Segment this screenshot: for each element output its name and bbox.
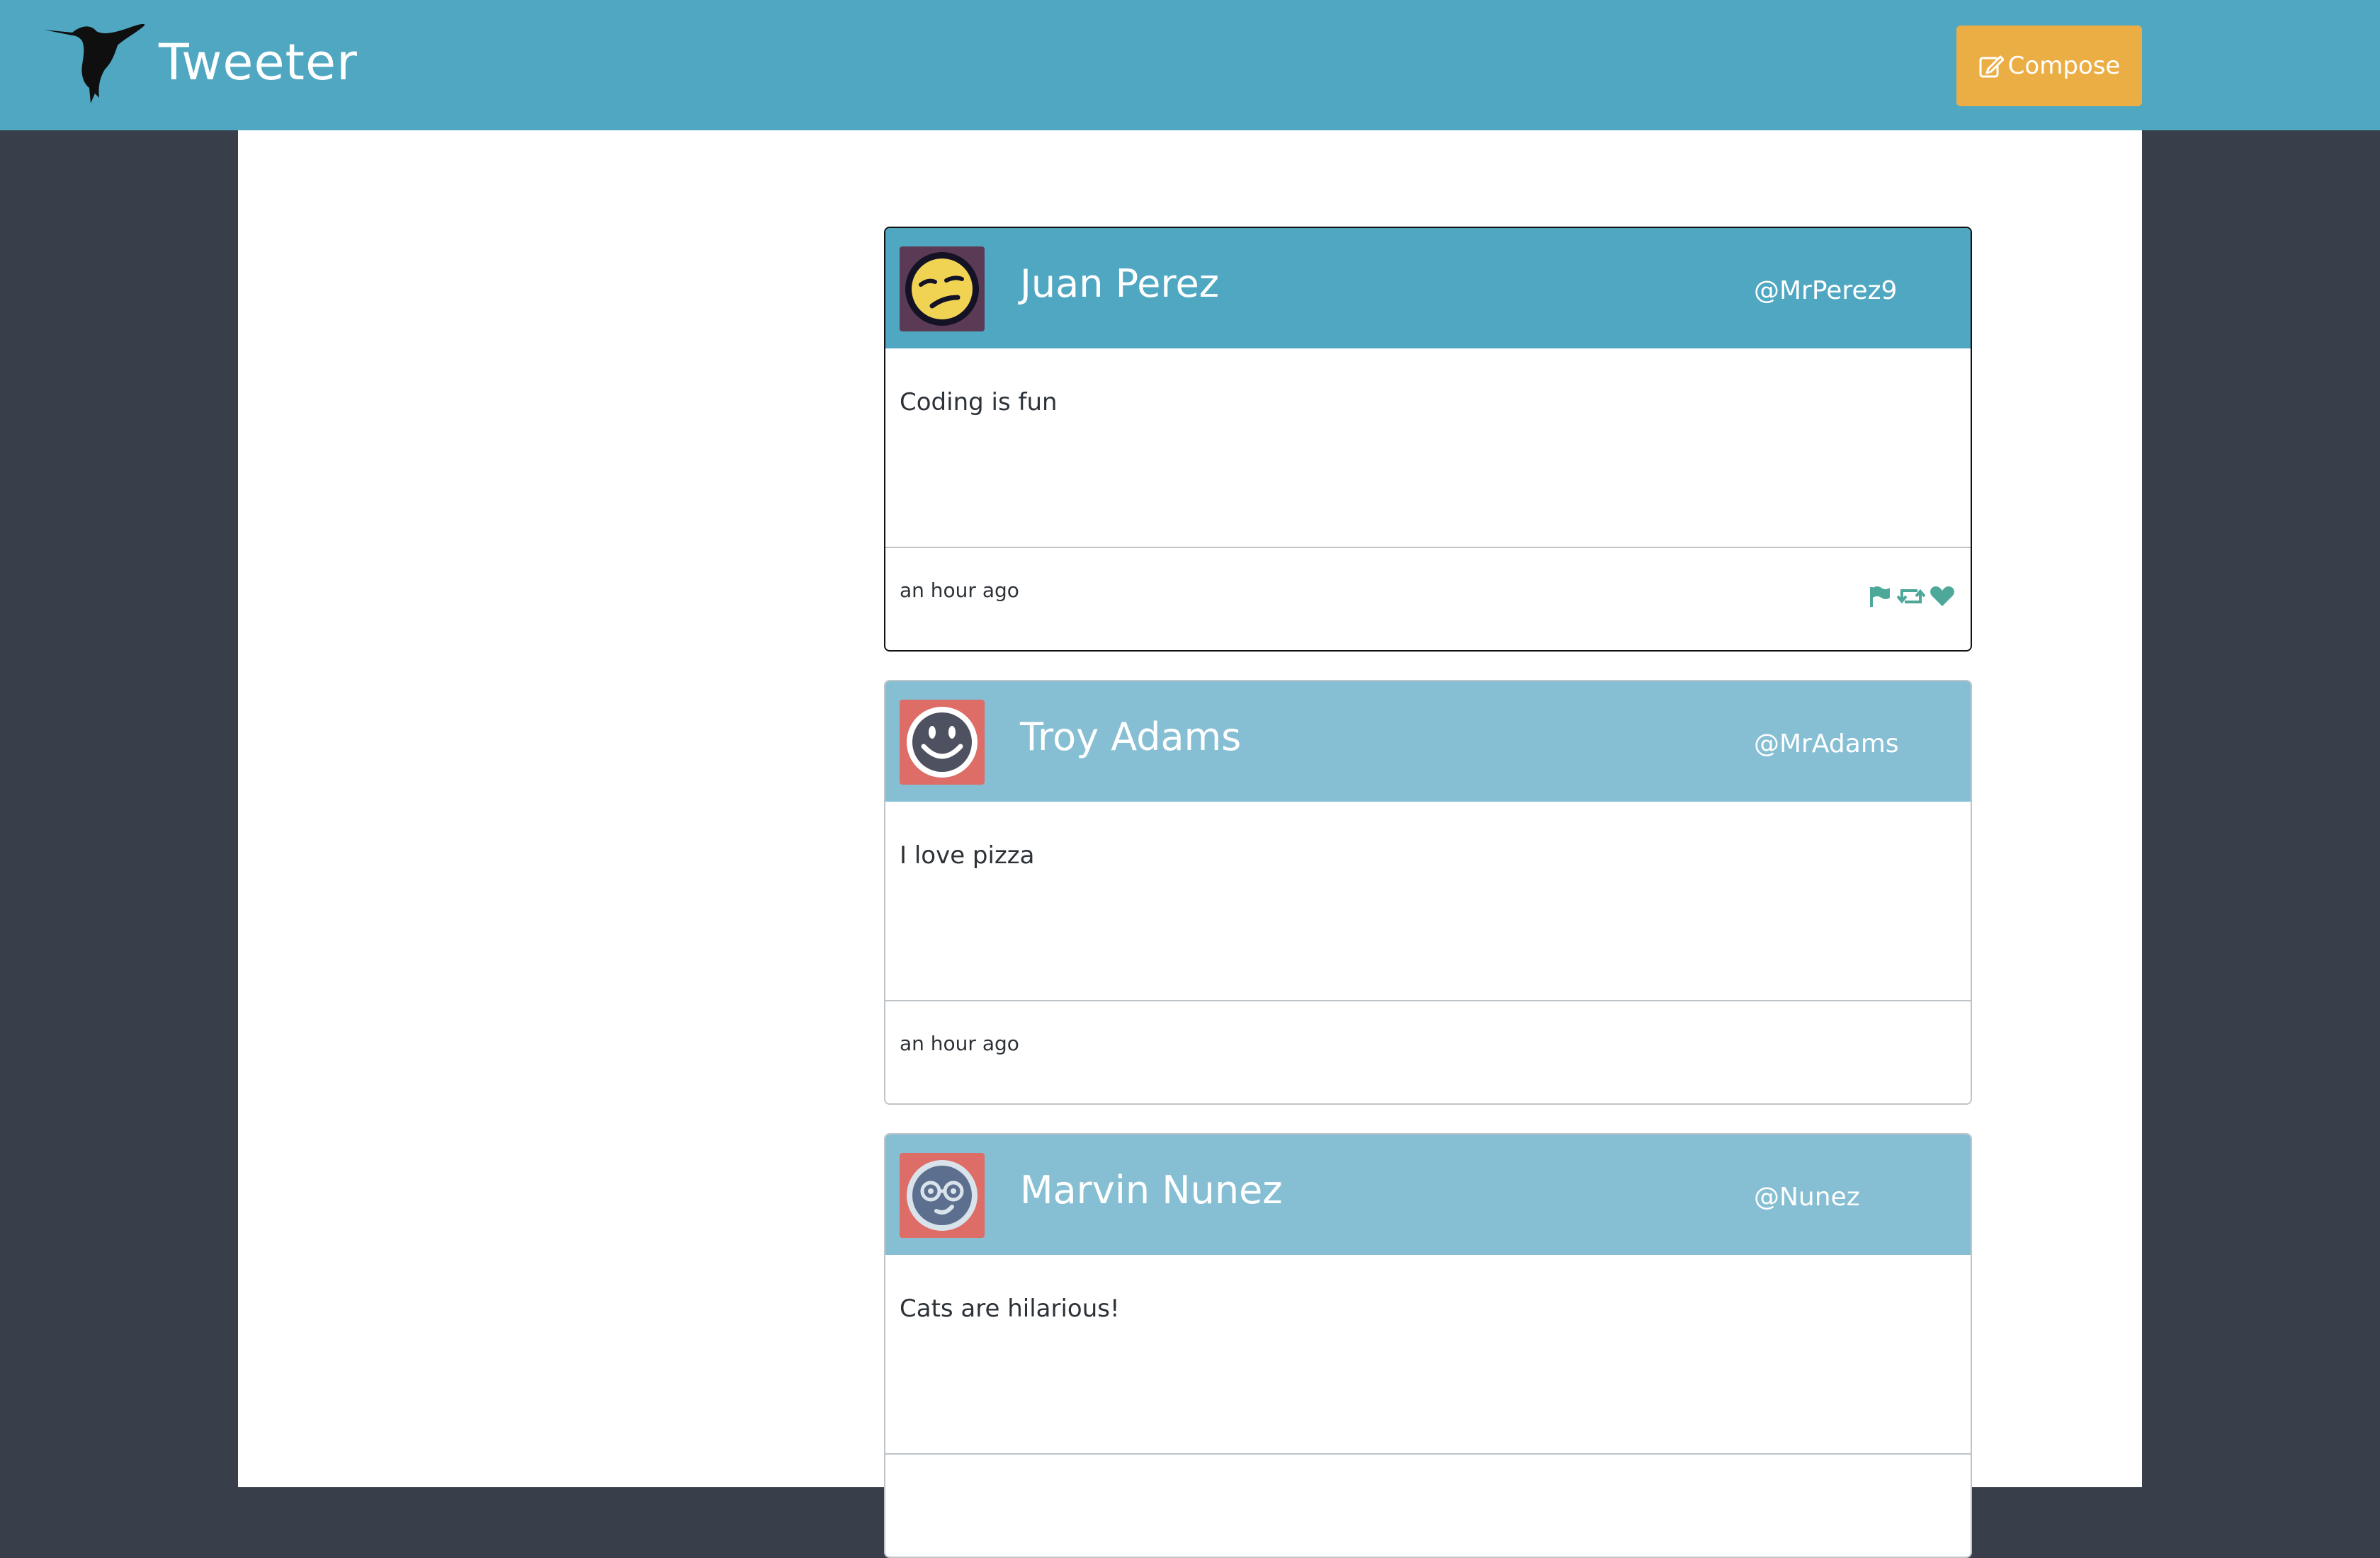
tweet-divider bbox=[885, 1453, 1971, 1455]
edit-icon bbox=[1979, 55, 2004, 78]
compose-label: Compose bbox=[2007, 52, 2121, 80]
tweet-author-name: Juan Perez bbox=[1020, 261, 1220, 306]
tweet-actions bbox=[1867, 585, 1955, 608]
tweet-author-handle: @MrAdams bbox=[1754, 729, 1899, 758]
flag-icon[interactable] bbox=[1867, 585, 1893, 608]
tweet-header: Marvin Nunez @Nunez bbox=[885, 1135, 1971, 1255]
tweet-text: Cats are hilarious! bbox=[900, 1295, 1120, 1323]
compose-button[interactable]: Compose bbox=[1956, 25, 2142, 106]
tweet-card[interactable]: Juan Perez @MrPerez9 Coding is fun an ho… bbox=[884, 227, 1972, 652]
retweet-icon[interactable] bbox=[1897, 585, 1925, 608]
tweet-divider bbox=[885, 1000, 1971, 1001]
nerd-face-icon bbox=[900, 1153, 985, 1238]
tweet-feed: Juan Perez @MrPerez9 Coding is fun an ho… bbox=[238, 130, 2142, 1558]
tweet-header: Troy Adams @MrAdams bbox=[885, 681, 1971, 802]
hummingbird-logo-icon bbox=[44, 23, 145, 103]
tweet-card[interactable]: Marvin Nunez @Nunez Cats are hilarious! bbox=[884, 1133, 1972, 1558]
tweet-divider bbox=[885, 547, 1971, 548]
tweet-text: I love pizza bbox=[900, 841, 1035, 870]
tweet-header: Juan Perez @MrPerez9 bbox=[885, 228, 1971, 348]
tweet-text: Coding is fun bbox=[900, 388, 1058, 416]
tweet-author-name: Marvin Nunez bbox=[1020, 1168, 1283, 1212]
app-title: Tweeter bbox=[159, 33, 358, 91]
avatar[interactable] bbox=[900, 246, 985, 331]
smiley-face-icon bbox=[900, 700, 985, 785]
heart-icon[interactable] bbox=[1930, 585, 1955, 608]
tweet-author-handle: @MrPerez9 bbox=[1754, 276, 1898, 305]
avatar[interactable] bbox=[900, 1153, 985, 1238]
avatar[interactable] bbox=[900, 700, 985, 785]
tweet-author-handle: @Nunez bbox=[1754, 1183, 1860, 1212]
tweet-timestamp: an hour ago bbox=[900, 1032, 1019, 1055]
tweet-author-name: Troy Adams bbox=[1020, 715, 1242, 759]
tweet-card[interactable]: Troy Adams @MrAdams I love pizza an hour… bbox=[884, 680, 1972, 1105]
top-nav-bar: Tweeter Compose bbox=[0, 0, 2380, 130]
sleepy-face-icon bbox=[900, 246, 985, 331]
tweet-timestamp: an hour ago bbox=[900, 579, 1019, 602]
